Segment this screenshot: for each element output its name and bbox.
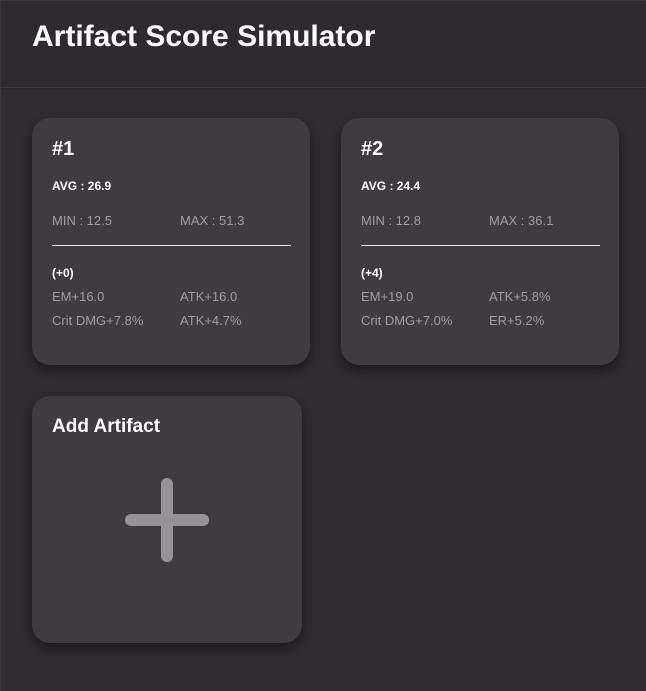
artifact-substat: ER+5.2% [489,313,545,328]
artifact-substat: EM+16.0 [52,289,105,304]
app-header: Artifact Score Simulator [1,1,646,88]
card-divider [52,245,291,246]
add-artifact-label: Add Artifact [52,416,161,437]
artifact-substat: ATK+5.8% [489,289,551,304]
artifact-card-1[interactable]: #1 AVG : 26.9 MIN : 12.5 MAX : 51.3 (+0)… [32,118,310,365]
card-divider [361,245,600,246]
artifact-card-title: #1 [52,138,75,160]
plus-icon [125,478,209,562]
artifact-substat: ATK+16.0 [180,289,238,304]
artifact-substat: Crit DMG+7.0% [361,313,453,328]
artifact-substat: ATK+4.7% [180,313,242,328]
artifact-level: (+0) [52,266,74,280]
artifact-substat: Crit DMG+7.8% [52,313,144,328]
artifact-avg-score: AVG : 24.4 [361,179,421,193]
plus-icon-vertical-bar [161,478,173,562]
add-artifact-button[interactable]: Add Artifact [32,396,302,643]
artifact-min-score: MIN : 12.8 [361,213,421,228]
artifact-max-score: MAX : 36.1 [489,213,554,228]
artifact-avg-score: AVG : 26.9 [52,179,112,193]
artifact-level: (+4) [361,266,383,280]
page-title: Artifact Score Simulator [32,20,376,53]
artifact-substat: EM+19.0 [361,289,414,304]
artifact-card-title: #2 [361,138,384,160]
artifact-min-score: MIN : 12.5 [52,213,112,228]
artifact-card-2[interactable]: #2 AVG : 24.4 MIN : 12.8 MAX : 36.1 (+4)… [341,118,619,365]
app-page: Artifact Score Simulator #1 AVG : 26.9 M… [0,0,646,691]
artifact-max-score: MAX : 51.3 [180,213,245,228]
